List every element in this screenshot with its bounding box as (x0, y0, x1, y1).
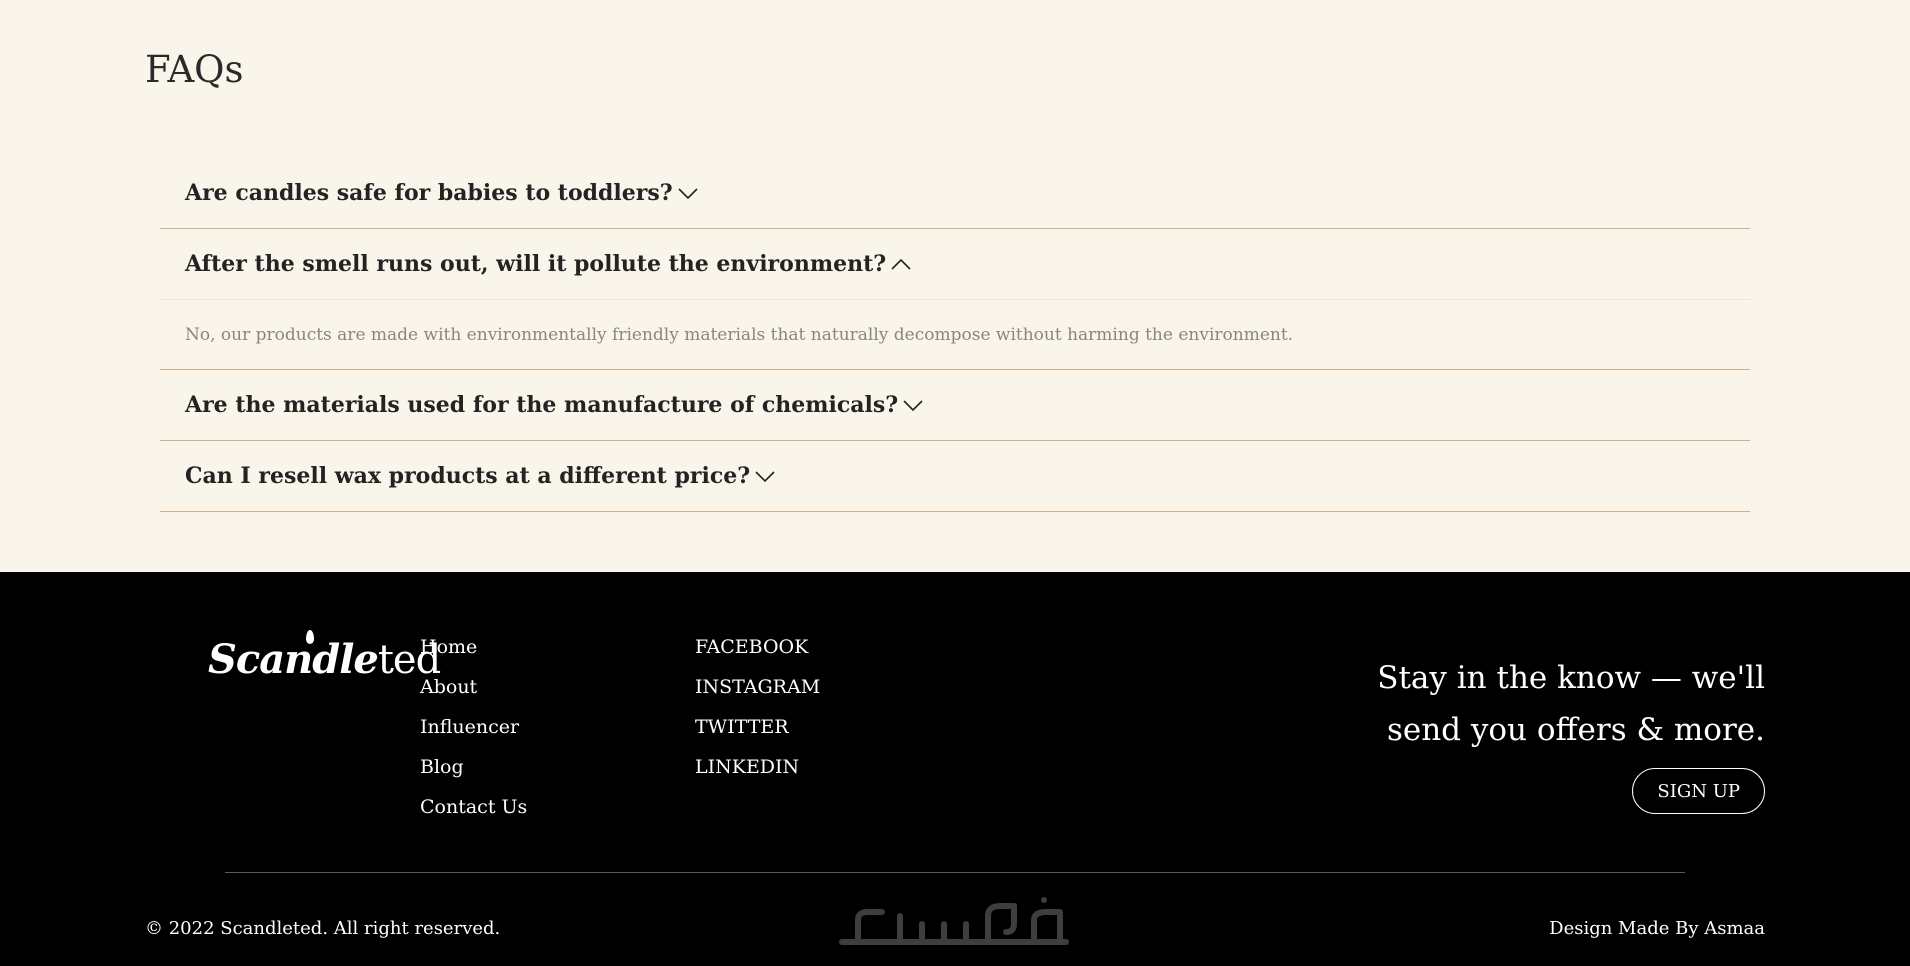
social-link-instagram[interactable]: INSTAGRAM (695, 674, 820, 714)
faq-item: Can I resell wax products at a different… (160, 441, 1750, 512)
faq-question-text: After the smell runs out, will it pollut… (185, 251, 887, 277)
flame-icon (306, 630, 314, 644)
logo-text-bold: Scandle (208, 636, 379, 683)
chevron-up-icon[interactable] (890, 257, 912, 271)
copyright-text: © 2022 Scandleted. All right reserved. (145, 918, 501, 939)
faq-item: Are candles safe for babies to toddlers? (160, 158, 1750, 229)
signup-button[interactable]: SIGN UP (1632, 768, 1765, 814)
faq-item: After the smell runs out, will it pollut… (160, 229, 1750, 370)
footer-divider (225, 872, 1685, 873)
faq-question-toggle[interactable]: Can I resell wax products at a different… (160, 441, 1750, 511)
brand-logo[interactable]: Scandleted (208, 630, 441, 683)
chevron-down-icon[interactable] (902, 398, 924, 412)
social-link-linkedin[interactable]: LINKEDIN (695, 754, 820, 794)
faq-item: Are the materials used for the manufactu… (160, 370, 1750, 441)
faq-title: FAQs (145, 48, 244, 91)
faq-answer: No, our products are made with environme… (160, 299, 1750, 369)
faq-question-toggle[interactable]: Are candles safe for babies to toddlers? (160, 158, 1750, 228)
faq-question-text: Can I resell wax products at a different… (185, 463, 751, 489)
design-credit: Design Made By Asmaa (1549, 918, 1765, 939)
footer-social-nav: FACEBOOK INSTAGRAM TWITTER LINKEDIN (695, 634, 820, 794)
footer-link-about[interactable]: About (420, 674, 527, 714)
faq-list: Are candles safe for babies to toddlers?… (160, 158, 1750, 512)
faq-section: FAQs Are candles safe for babies to todd… (0, 0, 1910, 572)
footer-link-influencer[interactable]: Influencer (420, 714, 527, 754)
footer-link-contact[interactable]: Contact Us (420, 794, 527, 834)
faq-question-toggle[interactable]: Are the materials used for the manufactu… (160, 370, 1750, 440)
chevron-down-icon[interactable] (754, 469, 776, 483)
site-footer: Scandleted Home About Influencer Blog Co… (0, 572, 1910, 966)
chevron-down-icon[interactable] (677, 186, 699, 200)
faq-question-toggle[interactable]: After the smell runs out, will it pollut… (160, 229, 1750, 299)
footer-link-home[interactable]: Home (420, 634, 527, 674)
social-link-twitter[interactable]: TWITTER (695, 714, 820, 754)
footer-pages-nav: Home About Influencer Blog Contact Us (420, 634, 527, 834)
footer-link-blog[interactable]: Blog (420, 754, 527, 794)
faq-question-text: Are candles safe for babies to toddlers? (185, 180, 673, 206)
newsletter-line-1: Stay in the know — we'll (1377, 660, 1765, 696)
social-link-facebook[interactable]: FACEBOOK (695, 634, 820, 674)
newsletter-block: Stay in the know — we'll send you offers… (1345, 652, 1765, 756)
watermark-logo (839, 897, 1069, 945)
newsletter-line-2: send you offers & more. (1386, 712, 1765, 748)
faq-question-text: Are the materials used for the manufactu… (185, 392, 899, 418)
